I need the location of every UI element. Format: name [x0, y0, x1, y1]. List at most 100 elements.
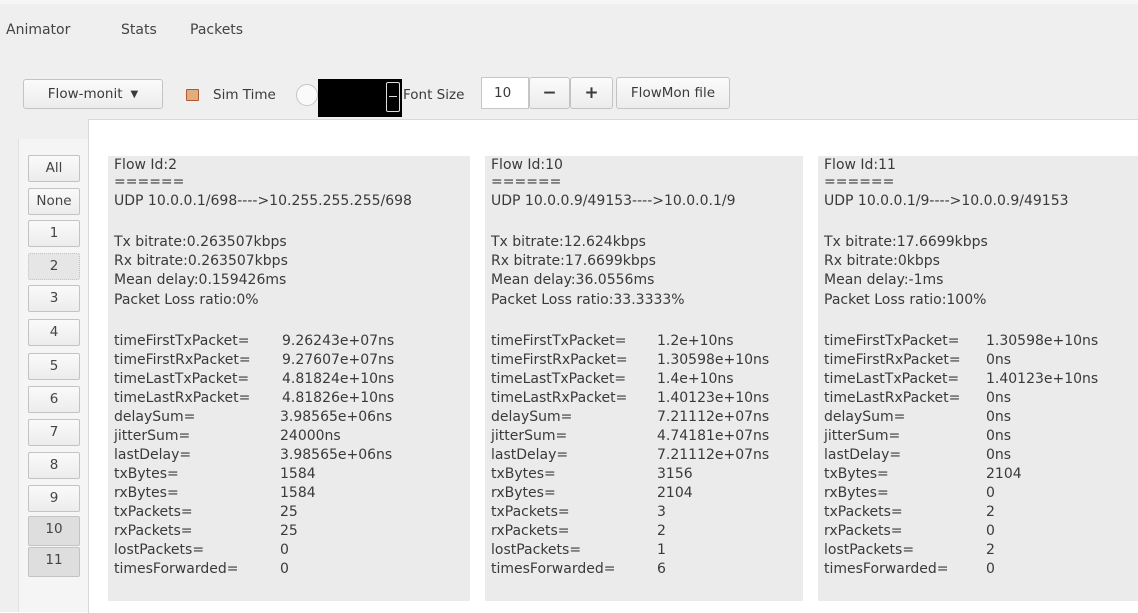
tab-stats[interactable]: Stats: [118, 22, 160, 47]
stat-value: 1.40123e+10ns: [657, 390, 770, 406]
stats-type-dropdown[interactable]: Flow-monit ▼: [23, 79, 163, 109]
stat-value: 7.21112e+07ns: [657, 409, 770, 425]
stat-key: txPackets=: [114, 504, 193, 520]
stat-value: 24000ns: [280, 428, 341, 444]
stat-key: lastDelay=: [491, 447, 569, 463]
flow-panel: Flow Id:11 ====== UDP 10.0.0.1/9---->10.0.…: [818, 156, 1138, 601]
stat-key: rxPackets=: [114, 523, 193, 539]
stat-key: lastDelay=: [114, 447, 192, 463]
flowmon-file-button[interactable]: FlowMon file: [616, 77, 730, 109]
flow-selector-button[interactable]: All: [28, 155, 80, 182]
flow-panel: Flow Id:10 ====== UDP 10.0.0.9/49153---->1…: [485, 156, 803, 601]
flow-id-header: Flow Id:11: [824, 157, 896, 173]
stat-key: rxBytes=: [824, 485, 889, 501]
stat-value: 0ns: [986, 447, 1012, 463]
font-size-label: Font Size: [403, 87, 465, 103]
stat-key: timesForwarded=: [491, 561, 616, 577]
mean-delay: Mean delay:36.0556ms: [491, 272, 655, 288]
rx-bitrate: Rx bitrate:0kbps: [824, 253, 940, 269]
stat-key: txPackets=: [491, 504, 570, 520]
flow-id-header: Flow Id:2: [114, 157, 178, 173]
stat-key: timeFirstTxPacket=: [824, 333, 960, 349]
stat-value: 3: [657, 504, 666, 520]
flow-selector-button[interactable]: None: [28, 188, 80, 215]
stat-value: 0ns: [986, 352, 1012, 368]
chevron-down-icon: ▼: [130, 89, 139, 100]
stat-key: rxBytes=: [114, 485, 179, 501]
tab-animator[interactable]: Animator: [6, 22, 70, 38]
stat-value: 4.81826e+10ns: [282, 390, 395, 406]
stat-value: 9.27607e+07ns: [282, 352, 395, 368]
stat-value: 2: [657, 523, 666, 539]
rx-bitrate: Rx bitrate:17.6699kbps: [491, 253, 656, 269]
sim-time-spinner[interactable]: [386, 82, 400, 112]
stat-key: delaySum=: [491, 409, 573, 425]
stat-value: 1.30598e+10ns: [986, 333, 1099, 349]
flow-separator: ======: [491, 174, 562, 190]
stat-key: timeLastRxPacket=: [824, 390, 961, 406]
flow-selector-button[interactable]: 1: [28, 220, 80, 247]
stat-key: rxPackets=: [824, 523, 903, 539]
tx-bitrate: Tx bitrate:0.263507kbps: [114, 234, 287, 250]
sim-time-label: Sim Time: [213, 87, 276, 103]
flow-selector-button[interactable]: 3: [28, 285, 80, 312]
flow-separator: ======: [114, 174, 185, 190]
flow-selector-button[interactable]: 7: [28, 419, 80, 446]
flow-selector-button[interactable]: 2: [28, 253, 80, 280]
stat-value: 0: [986, 561, 995, 577]
font-size-decrease-button[interactable]: −: [529, 77, 570, 109]
flow-route: UDP 10.0.0.1/9---->10.0.0.9/49153: [824, 193, 1069, 209]
stat-key: lostPackets=: [824, 542, 915, 558]
font-size-increase-button[interactable]: +: [570, 77, 613, 109]
stat-value: 25: [280, 504, 298, 520]
stat-value: 0: [986, 523, 995, 539]
flow-selector-button[interactable]: 6: [28, 386, 80, 413]
tx-bitrate: Tx bitrate:17.6699kbps: [824, 234, 988, 250]
stat-value: 2: [986, 542, 995, 558]
stat-value: 2104: [986, 466, 1022, 482]
stat-value: 3156: [657, 466, 693, 482]
packet-loss-ratio: Packet Loss ratio:100%: [824, 292, 987, 308]
flow-selector-button[interactable]: 11: [28, 547, 80, 577]
stat-key: delaySum=: [824, 409, 906, 425]
flow-selector-button[interactable]: 10: [28, 516, 80, 546]
font-size-input[interactable]: 10: [481, 77, 529, 109]
stat-key: timesForwarded=: [824, 561, 949, 577]
rx-bitrate: Rx bitrate:0.263507kbps: [114, 253, 288, 269]
tab-bar: Animator Stats Packets: [0, 0, 1138, 47]
flow-selector-button[interactable]: 5: [28, 353, 80, 380]
stat-value: 1: [657, 542, 666, 558]
stat-value: 1.30598e+10ns: [657, 352, 770, 368]
stat-key: timeFirstTxPacket=: [114, 333, 250, 349]
flow-panel: Flow Id:2 ====== UDP 10.0.0.1/698---->10.2…: [108, 156, 470, 601]
stat-value: 9.26243e+07ns: [282, 333, 395, 349]
stat-key: timeFirstRxPacket=: [491, 352, 628, 368]
stats-type-dropdown-label: Flow-monit: [47, 86, 123, 102]
flow-selector-button[interactable]: 4: [28, 319, 80, 346]
stat-value: 3.98565e+06ns: [280, 447, 393, 463]
stat-key: rxPackets=: [491, 523, 570, 539]
stat-key: jitterSum=: [114, 428, 191, 444]
stat-key: timeFirstTxPacket=: [491, 333, 627, 349]
stat-key: txPackets=: [824, 504, 903, 520]
tx-bitrate: Tx bitrate:12.624kbps: [491, 234, 646, 250]
sim-time-checkbox[interactable]: [186, 89, 199, 101]
stat-value: 1584: [280, 466, 316, 482]
sim-time-radio[interactable]: [296, 84, 318, 106]
stat-key: lostPackets=: [491, 542, 582, 558]
stat-value: 1.40123e+10ns: [986, 371, 1099, 387]
flow-route: UDP 10.0.0.1/698---->10.255.255.255/698: [114, 193, 412, 209]
stat-key: timesForwarded=: [114, 561, 239, 577]
stat-key: txBytes=: [491, 466, 556, 482]
flow-selector-button[interactable]: 8: [28, 452, 80, 479]
flow-selector-button[interactable]: 9: [28, 485, 80, 512]
tab-packets[interactable]: Packets: [190, 22, 243, 38]
stat-value: 0: [280, 561, 289, 577]
stat-key: timeLastTxPacket=: [114, 371, 250, 387]
packet-loss-ratio: Packet Loss ratio:33.3333%: [491, 292, 685, 308]
stat-value: 4.81824e+10ns: [282, 371, 395, 387]
stat-value: 3.98565e+06ns: [280, 409, 393, 425]
flow-separator: ======: [824, 174, 895, 190]
stat-value: 25: [280, 523, 298, 539]
stat-value: 0: [280, 542, 289, 558]
